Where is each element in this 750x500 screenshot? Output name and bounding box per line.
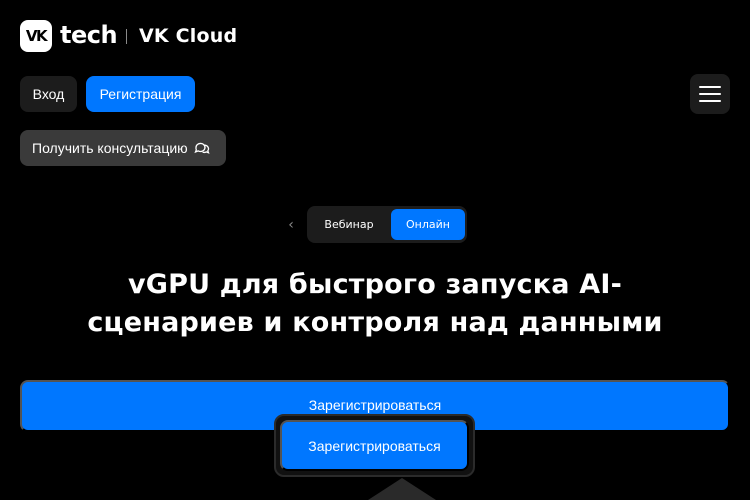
hero-title-line1: vGPU для быстрого запуска AI- bbox=[127, 269, 623, 300]
product-name[interactable]: VK Cloud bbox=[139, 22, 237, 50]
hamburger-menu-icon-line bbox=[699, 93, 721, 95]
login-button[interactable]: Вход bbox=[20, 76, 77, 112]
hero-title: vGPU для быстрого запуска AI- сценариев … bbox=[20, 266, 730, 342]
hero-title-line2: сценариев и контроля над данными bbox=[87, 307, 663, 338]
logo-divider bbox=[126, 29, 127, 44]
register-button[interactable]: Регистрация bbox=[86, 76, 195, 112]
consultation-button[interactable]: Получить консультацию bbox=[20, 130, 226, 166]
chevron-left-icon[interactable]: ‹ bbox=[284, 216, 298, 234]
consultation-label: Получить консультацию bbox=[32, 140, 188, 156]
vk-logo-icon[interactable]: VK bbox=[20, 20, 52, 52]
hamburger-menu-icon-line bbox=[699, 100, 721, 102]
chat-bubbles-icon bbox=[194, 142, 210, 154]
menu-button[interactable] bbox=[690, 74, 730, 114]
event-type-toggle: Вебинар Онлайн bbox=[307, 206, 467, 243]
toggle-option-webinar[interactable]: Вебинар bbox=[310, 209, 388, 240]
register-cta-label: Зарегистрироваться bbox=[308, 397, 442, 413]
toggle-option-online[interactable]: Онлайн bbox=[391, 209, 465, 240]
floating-register-button[interactable]: Зарегистрироваться bbox=[280, 420, 469, 471]
logo-word[interactable]: tech bbox=[60, 19, 118, 51]
page: VK tech VK Cloud Вход Регистрация Получи… bbox=[0, 0, 750, 500]
scroll-up-icon[interactable] bbox=[368, 478, 436, 500]
hamburger-menu-icon bbox=[699, 86, 721, 88]
logo-mark: VK bbox=[25, 27, 48, 45]
